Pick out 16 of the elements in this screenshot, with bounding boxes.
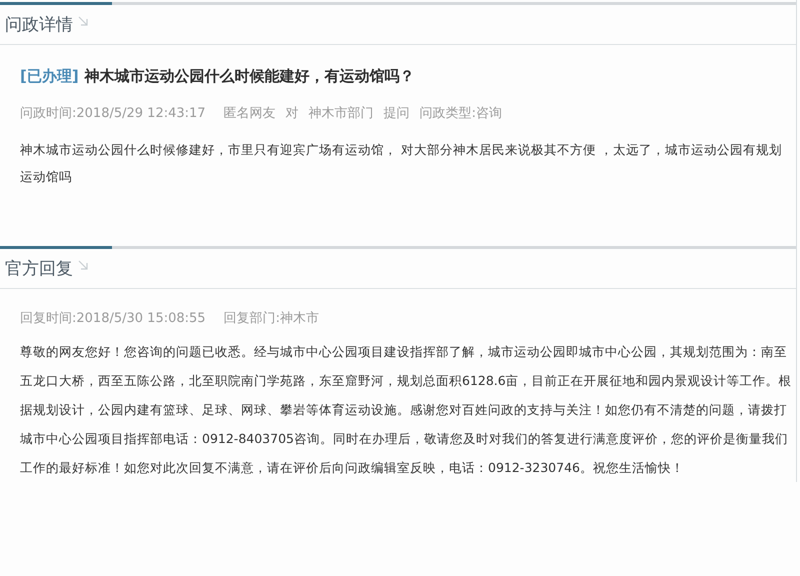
meta-text: 回复时间:2018/5/30 15:08:55 <box>20 310 206 327</box>
meta-text: 回复部门:神木市 <box>224 310 319 327</box>
meta-text: 问政类型:咨询 <box>420 105 502 122</box>
meta-text: 匿名网友 <box>224 105 276 122</box>
arrow-icon <box>77 258 89 270</box>
body-text: 神木城市运动公园什么时候修建好，市里只有迎宾广场有运动馆， 对大部分神木居民来说极其不方便 ，太远了，城市运动公园有规划运动馆吗 <box>20 141 783 186</box>
meta-text: 对 <box>286 105 299 122</box>
meta-text: 提问 <box>384 105 410 122</box>
meta-text: 问政时间:2018/5/29 12:43:17 <box>20 105 206 122</box>
arrow-icon <box>77 14 89 26</box>
section-title: 官方回复 <box>5 258 73 280</box>
section-title: 问政详情 <box>5 14 73 36</box>
status-tag: [已办理] <box>20 67 79 86</box>
meta-text: 神木市部门 <box>308 105 374 122</box>
question-title: 神木城市运动公园什么时候能建好，有运动馆吗？ <box>84 67 415 86</box>
body-text: 尊敬的网友您好！您咨询的问题已收悉。经与城市中心公园项目建设指挥部了解，城市运动公园即城市中心公园，其规划范围为：南至五龙口大桥，西至五陈公路，北至职院南门学苑路，东至窟野河，规划总面积6128.6亩，目前正在开展征地和园内景观设计等工作。根据规划设计，公园内建有篮球、足球、网球、攀岩等体育运动设施。感谢您对百姓问政的支持与关注！如您仍有不清楚的问题，请拨打城市中心公园项目指挥部电话：0912-8403705咨询。同时在办理后，敬请您及时对我们的答复进行满意度评价，您的评价是衡量我们工作的最好标准！如您对此次回复不满意，请在评价后向问政编辑室反映，电话：0912-3230746。祝您生活愉快！ <box>20 343 792 477</box>
